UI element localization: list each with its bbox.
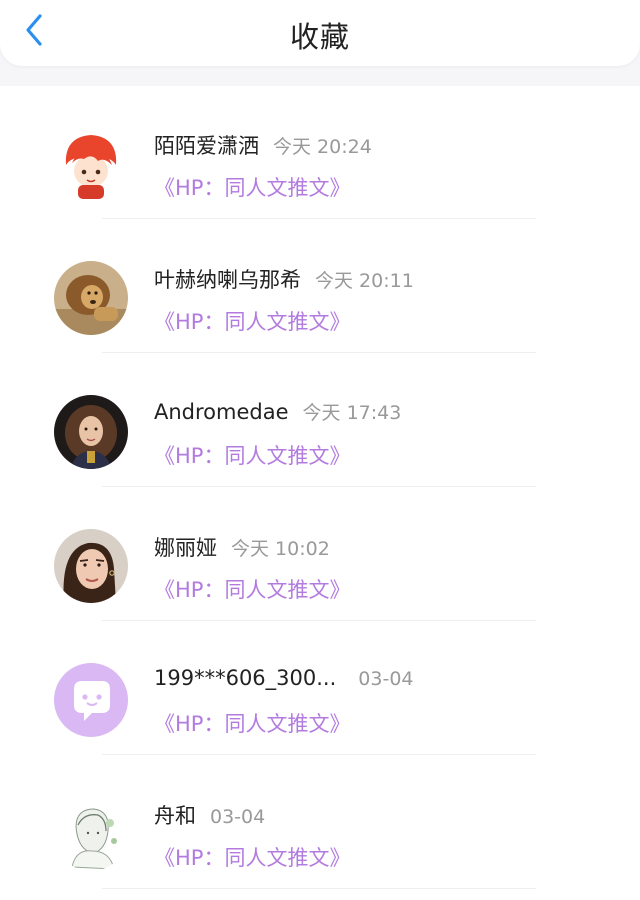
divider bbox=[102, 888, 536, 889]
favorite-item[interactable]: 舟和 03-04 《HP：同人文推文》 bbox=[0, 756, 640, 890]
lion-avatar[interactable] bbox=[54, 261, 128, 335]
user-name[interactable]: Andromedae bbox=[154, 400, 289, 424]
post-title-link[interactable]: 《HP：同人文推文》 bbox=[154, 574, 350, 604]
post-title-link[interactable]: 《HP：同人文推文》 bbox=[154, 172, 350, 202]
timestamp: 今天 10:02 bbox=[231, 538, 330, 560]
divider bbox=[102, 352, 536, 353]
item-header: 舟和 03-04 bbox=[154, 800, 265, 830]
timestamp: 今天 20:11 bbox=[315, 270, 414, 292]
red-hair-anime-avatar[interactable] bbox=[54, 127, 128, 201]
favorite-item[interactable]: Andromedae 今天 17:43 《HP：同人文推文》 bbox=[0, 354, 640, 488]
item-header: Andromedae 今天 17:43 bbox=[154, 398, 401, 425]
post-title-link[interactable]: 《HP：同人文推文》 bbox=[154, 842, 350, 872]
user-name[interactable]: 陌陌爱潇洒 bbox=[154, 134, 259, 158]
default-chat-bubble-avatar[interactable] bbox=[54, 663, 128, 737]
item-header: 陌陌爱潇洒 今天 20:24 bbox=[154, 130, 372, 160]
divider bbox=[102, 754, 536, 755]
favorite-item[interactable]: 199***606_300... 03-04 《HP：同人文推文》 bbox=[0, 622, 640, 756]
page-title: 收藏 bbox=[289, 20, 350, 54]
user-name[interactable]: 叶赫纳喇乌那希 bbox=[154, 268, 301, 292]
timestamp: 03-04 bbox=[210, 806, 266, 828]
favorite-item[interactable]: 陌陌爱潇洒 今天 20:24 《HP：同人文推文》 bbox=[0, 86, 640, 220]
user-name[interactable]: 舟和 bbox=[154, 804, 196, 828]
timestamp: 今天 17:43 bbox=[302, 402, 402, 424]
post-title-link[interactable]: 《HP：同人文推文》 bbox=[154, 306, 350, 336]
user-name[interactable]: 娜丽娅 bbox=[154, 536, 217, 560]
item-header: 娜丽娅 今天 10:02 bbox=[154, 532, 330, 562]
favorite-item[interactable]: 娜丽娅 今天 10:02 《HP：同人文推文》 bbox=[0, 488, 640, 622]
favorite-item[interactable]: 叶赫纳喇乌那希 今天 20:11 《HP：同人文推文》 bbox=[0, 220, 640, 354]
timestamp: 今天 20:24 bbox=[273, 136, 372, 158]
sketch-girl-avatar[interactable] bbox=[54, 797, 128, 871]
timestamp: 03-04 bbox=[358, 668, 414, 690]
divider bbox=[102, 218, 536, 219]
user-name[interactable]: 199***606_300... bbox=[154, 666, 336, 690]
favorites-list: 陌陌爱潇洒 今天 20:24 《HP：同人文推文》 叶赫纳喇乌那希 今天 20:11… bbox=[0, 86, 640, 900]
post-title-link[interactable]: 《HP：同人文推文》 bbox=[154, 440, 350, 470]
divider bbox=[102, 486, 536, 487]
item-header: 199***606_300... 03-04 bbox=[154, 666, 414, 690]
divider bbox=[102, 620, 536, 621]
woman-portrait-avatar[interactable] bbox=[54, 529, 128, 603]
post-title-link[interactable]: 《HP：同人文推文》 bbox=[154, 708, 350, 738]
top-bar: 收藏 bbox=[0, 0, 640, 66]
curly-hair-girl-avatar[interactable] bbox=[54, 395, 128, 469]
item-header: 叶赫纳喇乌那希 今天 20:11 bbox=[154, 264, 414, 294]
